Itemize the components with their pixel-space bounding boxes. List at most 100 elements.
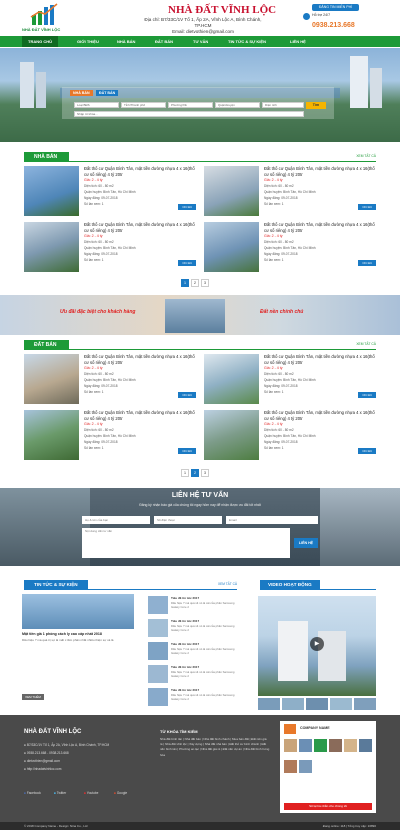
page-2[interactable]: 2 (191, 469, 199, 477)
page-3[interactable]: 3 (201, 469, 209, 477)
fb-message-button[interactable]: Số lại bà nhắn cho chúng tôi (284, 803, 372, 810)
listing-title[interactable]: Đất thổ cư Quận Bình Tân, mặt tiền đường… (264, 222, 376, 233)
contact-content-textarea[interactable]: Nội dung cần tư vấn (82, 528, 290, 558)
contact-section: LIÊN HỆ TƯ VẤN Đăng ký nhận báo giá của … (0, 488, 400, 566)
video-section-header: VIDEO HOẠT ĐỘNG (260, 580, 376, 590)
listing-date: Ngày đăng: 09-07-2018 (84, 440, 118, 444)
listing-price: Giá: 2 - 4 tỷ (84, 366, 103, 370)
tags-list[interactable]: Nhà đất bình tân | Nhà đất bán | Nhà đất… (160, 737, 270, 758)
nav-item-contact[interactable]: LIÊN HỆ (290, 36, 306, 47)
nav-item-news[interactable]: TIN TỨC & SỰ KIỆN (228, 36, 266, 47)
contact-phone-input[interactable]: Số điện thoại (154, 516, 222, 524)
nav-item-advice[interactable]: TƯ VẤN (193, 36, 208, 47)
site-logo[interactable]: NHÀ ĐẤT VĨNH LỘC (22, 3, 86, 33)
select-city[interactable]: Tỉnh/Thành phố (121, 102, 166, 108)
page-1[interactable]: 1 (181, 279, 189, 287)
house-see-all-link[interactable]: XEM TẤT CẢ (356, 154, 376, 158)
select-ward[interactable]: Phường/Xã (168, 102, 213, 108)
news-main-image[interactable] (22, 594, 134, 629)
tab-land[interactable]: ĐẤT BÁN (96, 90, 119, 96)
listing-title[interactable]: Đất thổ cư Quận Bình Tân, mặt tiền đường… (264, 354, 376, 365)
listing-title[interactable]: Đất thổ cư Quận Bình Tân, mặt tiền đường… (84, 354, 196, 365)
listing-card[interactable]: Đất thổ cư Quận Bình Tân, mặt tiền đường… (24, 222, 196, 282)
video-thumb[interactable] (330, 698, 352, 710)
page-3[interactable]: 3 (201, 279, 209, 287)
hotline-phone[interactable]: 0938.213.668 (312, 22, 355, 29)
search-button[interactable]: Tìm (306, 102, 326, 109)
land-section-title: ĐẤT BÁN (24, 340, 69, 350)
video-thumb[interactable] (258, 698, 280, 710)
social-twitter[interactable]: ■ Twitter (54, 791, 66, 796)
listing-detail-button[interactable]: Chi tiết (358, 260, 376, 266)
news-read-more-button[interactable]: XEM THÊM (22, 694, 44, 700)
phone-icon (303, 13, 310, 20)
social-facebook[interactable]: ■ Facebook (24, 791, 41, 796)
news-item[interactable]: Tiêu đề tin tức 2017 Dấu hiệu ? mà quá v… (148, 688, 236, 708)
listing-card[interactable]: Đất thổ cư Quận Bình Tân, mặt tiền đường… (24, 354, 196, 414)
listing-title[interactable]: Đất thổ cư Quận Bình Tân, mặt tiền đường… (264, 166, 376, 177)
keyword-input[interactable]: Nhập từ khóa... (74, 111, 304, 117)
footer-phone: ● 0938.213.668 - 0938.213.668 (24, 751, 69, 756)
news-item[interactable]: Tiêu đề tin tức 2017 Dấu hiệu ? mà quá v… (148, 596, 236, 616)
news-item-desc: Dấu hiệu ? mà quá về nó là cái của phân … (171, 647, 235, 655)
listing-detail-button[interactable]: Chi tiết (178, 392, 196, 398)
listing-title[interactable]: Đất thổ cư Quận Bình Tân, mặt tiền đường… (84, 222, 196, 233)
listing-detail-button[interactable]: Chi tiết (358, 448, 376, 454)
listing-detail-button[interactable]: Chi tiết (358, 204, 376, 210)
social-youtube[interactable]: ■ Youtube (84, 791, 98, 796)
video-thumb[interactable] (306, 698, 328, 710)
facebook-widget[interactable]: COMPANY NAME Số lại bà nhắn cho chúng tô… (280, 721, 376, 813)
listing-title[interactable]: Đất thổ cư Quận Bình Tân, mặt tiền đường… (84, 410, 196, 421)
news-item-title: Tiêu đề tin tức 2017 (171, 688, 200, 692)
social-google[interactable]: ■ Google (114, 791, 127, 796)
contact-submit-button[interactable]: LIÊN HỆ (294, 538, 318, 548)
select-district[interactable]: Quận/Huyện (215, 102, 260, 108)
tab-house[interactable]: NHÀ BÁN (70, 90, 93, 96)
land-see-all-link[interactable]: XEM TẤT CẢ (356, 342, 376, 346)
fb-followers (284, 739, 372, 779)
listing-card[interactable]: Đất thổ cư Quận Bình Tân, mặt tiền đường… (24, 410, 196, 470)
news-item[interactable]: Tiêu đề tin tức 2017 Dấu hiệu ? mà quá v… (148, 665, 236, 685)
promo-right-text: Đất nền chính chủ (260, 309, 304, 315)
video-thumb[interactable] (354, 698, 376, 710)
listing-card[interactable]: Đất thổ cư Quận Bình Tân, mặt tiền đường… (204, 166, 376, 226)
listing-detail-button[interactable]: Chi tiết (358, 392, 376, 398)
listing-area: Diện tích: 60 - 80 m2 (84, 428, 114, 432)
nav-item-about[interactable]: GIỚI THIỆU (77, 36, 99, 47)
listing-detail-button[interactable]: Chi tiết (178, 448, 196, 454)
input-placeholder: Nhập từ khóa... (77, 112, 98, 116)
select-type[interactable]: Loại BĐS (74, 102, 119, 108)
page-1[interactable]: 1 (181, 469, 189, 477)
news-item[interactable]: Tiêu đề tin tức 2017 Dấu hiệu ? mà quá v… (148, 619, 236, 639)
play-icon[interactable]: ▶ (310, 637, 324, 651)
nav-item-house[interactable]: NHÀ BÁN (117, 36, 135, 47)
nav-item-land[interactable]: ĐẤT BÁN (155, 36, 173, 47)
promo-banner[interactable]: Ưu đãi đặc biệt cho khách hàng Đất nền c… (0, 295, 400, 335)
listing-card[interactable]: Đất thổ cư Quận Bình Tân, mặt tiền đường… (204, 222, 376, 282)
site-stats: Đang online: 118 | Tổng truy cập: 16890 (322, 824, 376, 828)
select-area[interactable]: Diện tích (262, 102, 304, 108)
listing-detail-button[interactable]: Chi tiết (178, 260, 196, 266)
listing-card[interactable]: Đất thổ cư Quận Bình Tân, mặt tiền đường… (24, 166, 196, 226)
news-item-title: Tiêu đề tin tức 2017 (171, 642, 200, 646)
news-main-title[interactable]: Mặt tiền giá 1 phòng cách ly cao cấp nhấ… (22, 632, 134, 636)
register-button[interactable]: ĐĂNG TIN MIỄN PHÍ (312, 4, 359, 11)
page-2[interactable]: 2 (191, 279, 199, 287)
listing-title[interactable]: Đất thổ cư Quận Bình Tân, mặt tiền đường… (264, 410, 376, 421)
listing-card[interactable]: Đất thổ cư Quận Bình Tân, mặt tiền đường… (204, 410, 376, 470)
video-player[interactable]: ▶ (258, 596, 376, 696)
nav-item-home[interactable]: TRANG CHỦ (22, 36, 58, 47)
news-item[interactable]: Tiêu đề tin tức 2017 Dấu hiệu ? mà quá v… (148, 642, 236, 662)
listing-detail-button[interactable]: Chi tiết (178, 204, 196, 210)
listing-views: Số lần xem: 1 (264, 390, 284, 394)
tower-image (370, 68, 382, 108)
contact-name-input[interactable]: Họ & tên của bạn (82, 516, 150, 524)
footer-website-text[interactable]: http://nhadatvinhloc.com (27, 767, 62, 771)
news-see-all-link[interactable]: XEM TẤT CẢ (218, 582, 237, 586)
contact-email-input[interactable]: Email (226, 516, 318, 524)
listing-image (204, 222, 259, 272)
listing-title[interactable]: Đất thổ cư Quận Bình Tân, mặt tiền đường… (84, 166, 196, 177)
fb-follower-avatar (344, 739, 357, 752)
listing-card[interactable]: Đất thổ cư Quận Bình Tân, mặt tiền đường… (204, 354, 376, 414)
video-thumb[interactable] (282, 698, 304, 710)
